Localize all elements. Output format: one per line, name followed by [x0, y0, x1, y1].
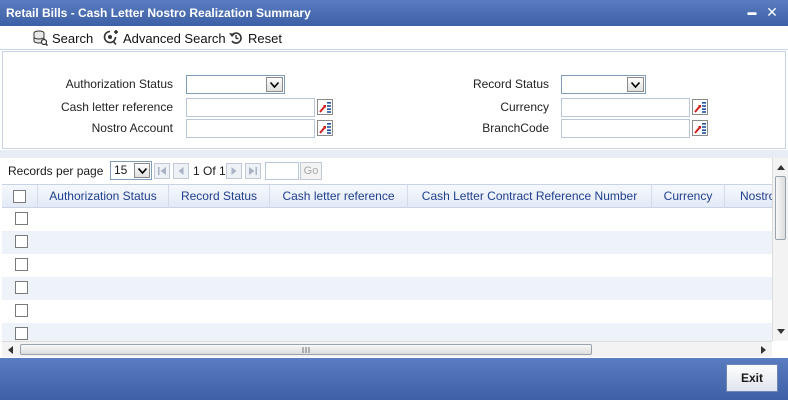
table-row[interactable] — [2, 277, 772, 300]
next-page-icon — [231, 167, 237, 175]
scroll-down-icon[interactable] — [776, 326, 786, 336]
previous-page-icon — [178, 167, 184, 175]
go-button[interactable]: Go — [300, 162, 322, 180]
search-criteria-panel: Authorization Status Record Status Cash … — [2, 51, 786, 149]
record-status-label: Record Status — [472, 77, 549, 91]
search-label: Search — [52, 30, 94, 46]
last-page-icon — [249, 167, 257, 175]
branch-code-label: BranchCode — [482, 121, 549, 135]
row-checkbox[interactable] — [15, 281, 28, 294]
advanced-search-label: Advanced Search — [123, 30, 226, 46]
horizontal-scrollbar[interactable] — [2, 341, 772, 357]
previous-page-button[interactable] — [173, 163, 189, 179]
lov-list-icon[interactable] — [692, 99, 708, 115]
advanced-search-button[interactable]: Advanced Search — [101, 29, 226, 47]
advanced-search-icon — [103, 30, 118, 46]
reset-label: Reset — [248, 30, 282, 46]
first-page-icon — [158, 167, 166, 175]
branch-code-input[interactable] — [561, 119, 690, 138]
column-header-authorization-status[interactable]: Authorization Status — [38, 185, 169, 208]
table-row[interactable] — [2, 208, 772, 231]
title-bar: Retail Bills - Cash Letter Nostro Realiz… — [0, 0, 788, 26]
nostro-account-input[interactable] — [186, 119, 315, 138]
vertical-scrollbar[interactable] — [772, 158, 788, 341]
row-checkbox[interactable] — [15, 212, 28, 225]
results-grid: Authorization Status Record Status Cash … — [2, 184, 772, 341]
search-button[interactable]: Search — [32, 29, 93, 47]
next-page-button[interactable] — [226, 163, 242, 179]
pagination-bar: Records per page 15 1 Of 1 Go — [2, 158, 772, 184]
column-header-nostro[interactable]: Nostro — [725, 185, 772, 208]
column-header-cash-letter-reference[interactable]: Cash letter reference — [270, 185, 408, 208]
row-checkbox[interactable] — [15, 258, 28, 271]
records-per-page-label: Records per page — [8, 164, 104, 178]
exit-button[interactable]: Exit — [726, 364, 778, 392]
lov-list-icon[interactable] — [317, 99, 333, 115]
scroll-up-icon[interactable] — [776, 162, 786, 172]
vertical-scroll-thumb[interactable] — [775, 176, 786, 240]
cash-letter-reference-label: Cash letter reference — [60, 100, 173, 114]
column-header-currency[interactable]: Currency — [652, 185, 725, 208]
currency-input[interactable] — [561, 98, 690, 117]
lov-list-icon[interactable] — [317, 120, 333, 136]
scroll-right-icon[interactable] — [758, 345, 768, 355]
row-checkbox[interactable] — [15, 327, 28, 340]
row-checkbox[interactable] — [15, 235, 28, 248]
records-per-page-value: 15 — [114, 163, 128, 177]
chevron-down-icon — [266, 77, 283, 92]
chevron-down-icon — [134, 163, 150, 178]
record-status-select[interactable] — [561, 75, 646, 94]
page-indicator: 1 Of 1 — [193, 164, 226, 178]
row-checkbox[interactable] — [15, 304, 28, 317]
table-row[interactable] — [2, 323, 772, 341]
reset-icon — [229, 32, 242, 44]
toolbar: Search Advanced Search Reset — [0, 26, 788, 50]
horizontal-scroll-thumb[interactable] — [20, 344, 592, 355]
close-icon[interactable]: ✕ — [764, 3, 780, 21]
table-row[interactable] — [2, 254, 772, 277]
page-number-input[interactable] — [265, 162, 299, 180]
column-header-record-status[interactable]: Record Status — [169, 185, 270, 208]
window-title: Retail Bills - Cash Letter Nostro Realiz… — [6, 6, 311, 20]
column-header-contract-reference-number[interactable]: Cash Letter Contract Reference Number — [408, 185, 652, 208]
grid-header: Authorization Status Record Status Cash … — [2, 184, 772, 208]
scroll-left-icon[interactable] — [5, 345, 15, 355]
last-page-button[interactable] — [245, 163, 261, 179]
table-row[interactable] — [2, 231, 772, 254]
footer-bar: Exit — [0, 358, 788, 400]
grip-icon — [302, 347, 310, 353]
currency-label: Currency — [500, 100, 549, 114]
minimize-icon[interactable]: ▬ — [744, 3, 760, 21]
nostro-account-label: Nostro Account — [91, 121, 173, 135]
cash-letter-reference-input[interactable] — [186, 98, 315, 117]
records-per-page-select[interactable]: 15 — [110, 161, 152, 180]
reset-button[interactable]: Reset — [228, 29, 282, 47]
search-icon — [33, 30, 48, 46]
table-row[interactable] — [2, 300, 772, 323]
select-all-checkbox[interactable] — [13, 190, 26, 203]
chevron-down-icon — [627, 77, 644, 92]
section-separator — [0, 150, 788, 158]
select-all-cell — [2, 185, 38, 208]
authorization-status-select[interactable] — [186, 75, 285, 94]
first-page-button[interactable] — [154, 163, 170, 179]
authorization-status-label: Authorization Status — [65, 77, 173, 91]
lov-list-icon[interactable] — [692, 120, 708, 136]
